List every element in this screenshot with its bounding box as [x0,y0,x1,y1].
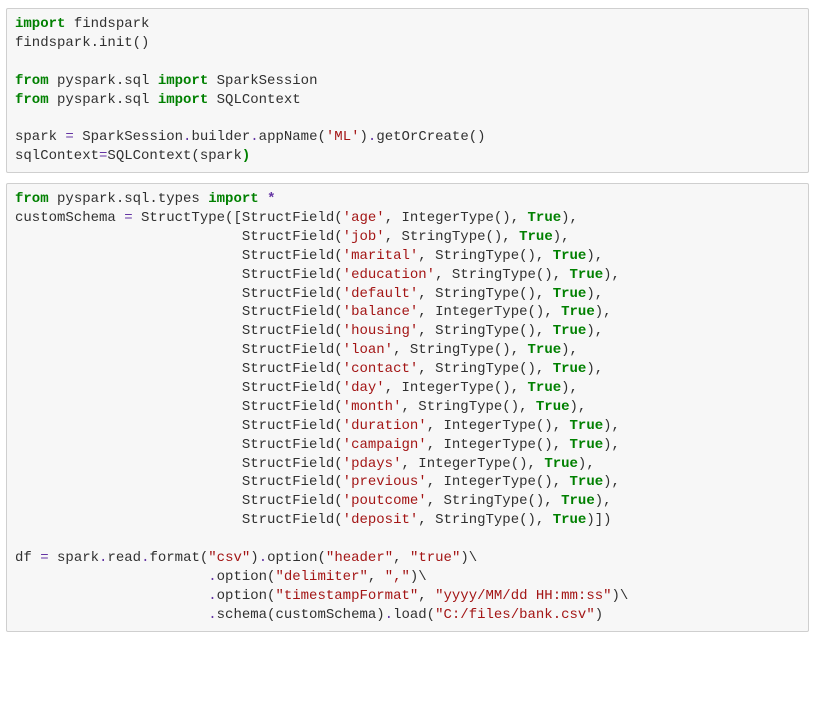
code-cell-2: from pyspark.sql.types import * customSc… [6,183,809,631]
code-cell-1: import findspark findspark.init() from p… [6,8,809,173]
